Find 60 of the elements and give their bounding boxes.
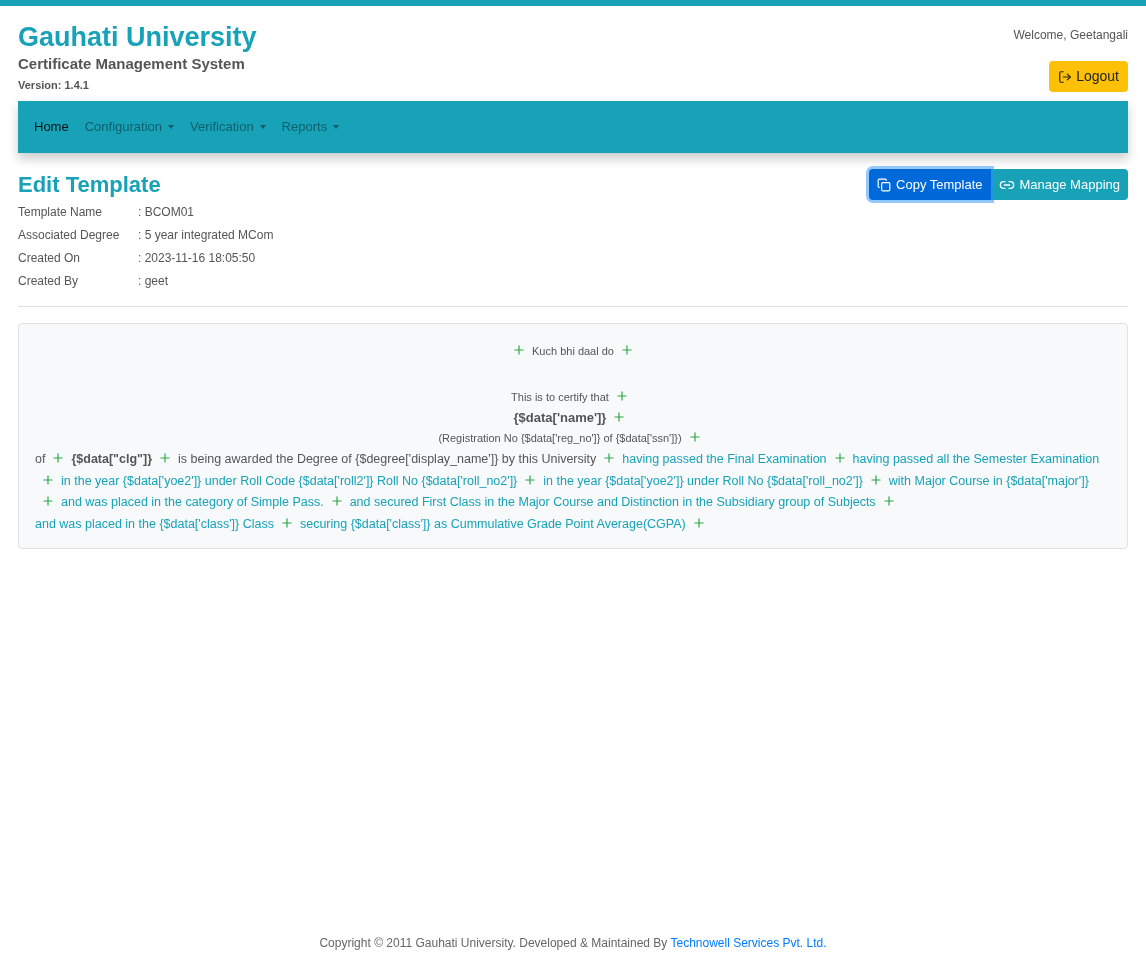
nav-item[interactable]: Verification	[182, 117, 274, 137]
plus-icon[interactable]	[614, 389, 629, 403]
plus-icon[interactable]	[41, 494, 55, 508]
company-link[interactable]: Technowell Services Pvt. Ltd.	[670, 936, 827, 950]
logout-icon	[1058, 69, 1073, 84]
template-text: (Registration No {$data['reg_no']} of {$data['ssn']})	[438, 432, 682, 444]
nav-item[interactable]: Configuration	[76, 117, 182, 137]
welcome-text: Welcome, Geetangali	[1013, 27, 1128, 44]
plus-icon[interactable]	[41, 472, 55, 487]
template-text: and was placed in the category of Simple Pass.	[61, 495, 324, 509]
detail-label: Associated Degree	[18, 227, 121, 244]
detail-label: Template Name	[18, 204, 104, 221]
detail-value: : geet	[138, 273, 170, 290]
plus-icon[interactable]	[881, 494, 896, 508]
copy-icon	[877, 177, 892, 192]
nav-item[interactable]: Reports	[273, 117, 348, 137]
plus-icon[interactable]	[279, 515, 294, 530]
caret-icon	[168, 125, 174, 129]
template-text: is being awarded the Degree of {$degree['display_name']} by this University	[178, 452, 597, 466]
version-text: Version: 1.4.1	[18, 78, 90, 93]
template-text: This is to certify that	[511, 391, 609, 403]
template-text: and was placed in the {$data['class']} Class	[35, 516, 274, 531]
plus-icon[interactable]	[523, 472, 538, 487]
detail-value: : 2023-11-16 18:05:50	[138, 250, 257, 267]
plus-icon[interactable]	[612, 410, 627, 424]
template-text: in the year {$data['yoe2']} under Roll Code {$data['roll2']} Roll No {$data['roll_no2']}	[61, 473, 518, 488]
template-text: of	[35, 452, 46, 466]
plus-icon[interactable]	[687, 430, 702, 444]
logout-button[interactable]: Logout	[1049, 61, 1128, 92]
plus-icon[interactable]	[619, 343, 634, 357]
template-text: and secured First Class in the Major Course and Distinction in the Subsidiary group of Subjects	[349, 495, 876, 509]
manage-mapping-button[interactable]: Manage Mapping	[990, 169, 1128, 200]
plus-icon[interactable]	[832, 451, 847, 465]
plus-icon[interactable]	[602, 451, 617, 465]
template-text: securing {$data['class']} as Cummulative Grade Point Average(CGPA)	[299, 516, 686, 531]
caret-icon	[259, 125, 266, 129]
copyright-text: Copyright © 2011 Gauhati University. Developed & Maintained By	[319, 936, 669, 950]
page-title: Edit Template	[18, 171, 162, 199]
detail-label: Created On	[18, 250, 82, 267]
nav-item[interactable]: Home	[26, 117, 77, 137]
plus-icon[interactable]	[512, 343, 526, 357]
plus-icon[interactable]	[691, 515, 706, 530]
template-text: with Major Course in {$data['major']}	[888, 473, 1089, 488]
template-text: {$data["clg"]}	[71, 452, 153, 466]
plus-icon[interactable]	[51, 451, 66, 465]
plus-icon[interactable]	[329, 494, 344, 508]
template-text: having passed the Final Examination	[622, 452, 827, 466]
copy-template-button[interactable]: Copy Template	[869, 169, 991, 200]
template-text: {$data['name']}	[513, 410, 607, 425]
plus-icon[interactable]	[158, 451, 173, 465]
plus-icon[interactable]	[868, 472, 883, 487]
template-text: Kuch bhi daal do	[532, 345, 614, 357]
detail-value: : BCOM01	[138, 204, 195, 221]
detail-value: : 5 year integrated MCom	[138, 227, 274, 244]
caret-icon	[333, 125, 340, 129]
site-title: Gauhati University	[18, 21, 257, 54]
detail-label: Created By	[18, 273, 80, 290]
site-subtitle: Certificate Management System	[18, 54, 246, 74]
template-text: in the year {$data['yoe2']} under Roll No {$data['roll_no2']}	[543, 473, 863, 488]
template-text: having passed all the Semester Examination	[852, 452, 1100, 466]
